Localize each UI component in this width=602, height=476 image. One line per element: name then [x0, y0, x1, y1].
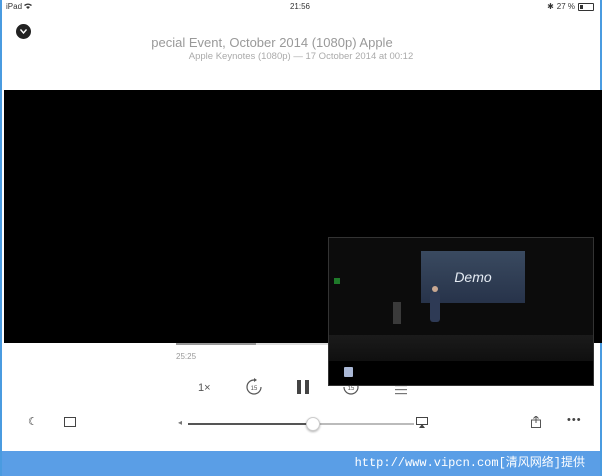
elapsed-time: 25:25: [176, 352, 197, 361]
battery-label: 27 %: [556, 2, 575, 11]
slide-text: Demo: [454, 269, 492, 285]
pause-icon: [297, 380, 309, 394]
collapse-button[interactable]: [16, 24, 31, 39]
volume-fill: [188, 423, 313, 425]
presenter: [430, 292, 440, 322]
volume-thumb[interactable]: [306, 417, 321, 431]
bottom-toolbar: ☾ ◂ •••: [2, 412, 600, 432]
episode-subtitle: Apple Keynotes (1080p) — 17 October 2014…: [188, 51, 414, 62]
exit-sign: [334, 278, 340, 284]
subtitles-button[interactable]: [64, 417, 76, 427]
sleep-timer-button[interactable]: ☾: [28, 415, 38, 428]
more-icon: •••: [567, 414, 582, 426]
skip-back-button[interactable]: 15: [245, 378, 263, 396]
more-button[interactable]: •••: [567, 414, 582, 426]
bluetooth-icon: ✱: [547, 2, 554, 11]
airplay-button[interactable]: [416, 416, 428, 428]
share-icon: [531, 415, 541, 428]
skip-back-icon: 15: [246, 378, 262, 395]
airplay-icon: [416, 417, 428, 428]
moon-icon: ☾: [28, 416, 38, 428]
pip-drag-handle[interactable]: [344, 367, 353, 377]
progress-fill: [176, 343, 256, 345]
podium: [393, 302, 401, 324]
app-window: iPad 21:56 ✱ 27 % pecial Event, October …: [0, 0, 602, 476]
status-bar: iPad 21:56 ✱ 27 %: [6, 2, 594, 14]
episode-title: pecial Event, October 2014 (1080p) Apple: [152, 35, 452, 51]
pause-button[interactable]: [296, 379, 310, 395]
status-time: 21:56: [289, 2, 311, 11]
chevron-down-icon: [20, 29, 27, 34]
watermark-banner: http://www.vipcn.com[清风网络]提供: [2, 451, 600, 476]
picture-in-picture-window[interactable]: Demo: [328, 237, 594, 386]
battery-icon: [578, 2, 594, 11]
svg-text:15: 15: [348, 386, 355, 392]
list-icon: [395, 385, 407, 395]
episode-title-text: pecial Event, October 2014 (1080p) Apple: [152, 35, 393, 50]
playback-speed-button[interactable]: 1×: [198, 382, 211, 394]
svg-text:15: 15: [251, 386, 258, 392]
share-button[interactable]: [531, 415, 541, 428]
status-battery: ✱ 27 %: [547, 2, 594, 11]
volume-low-icon: ◂: [178, 418, 183, 427]
audience: [329, 361, 593, 385]
